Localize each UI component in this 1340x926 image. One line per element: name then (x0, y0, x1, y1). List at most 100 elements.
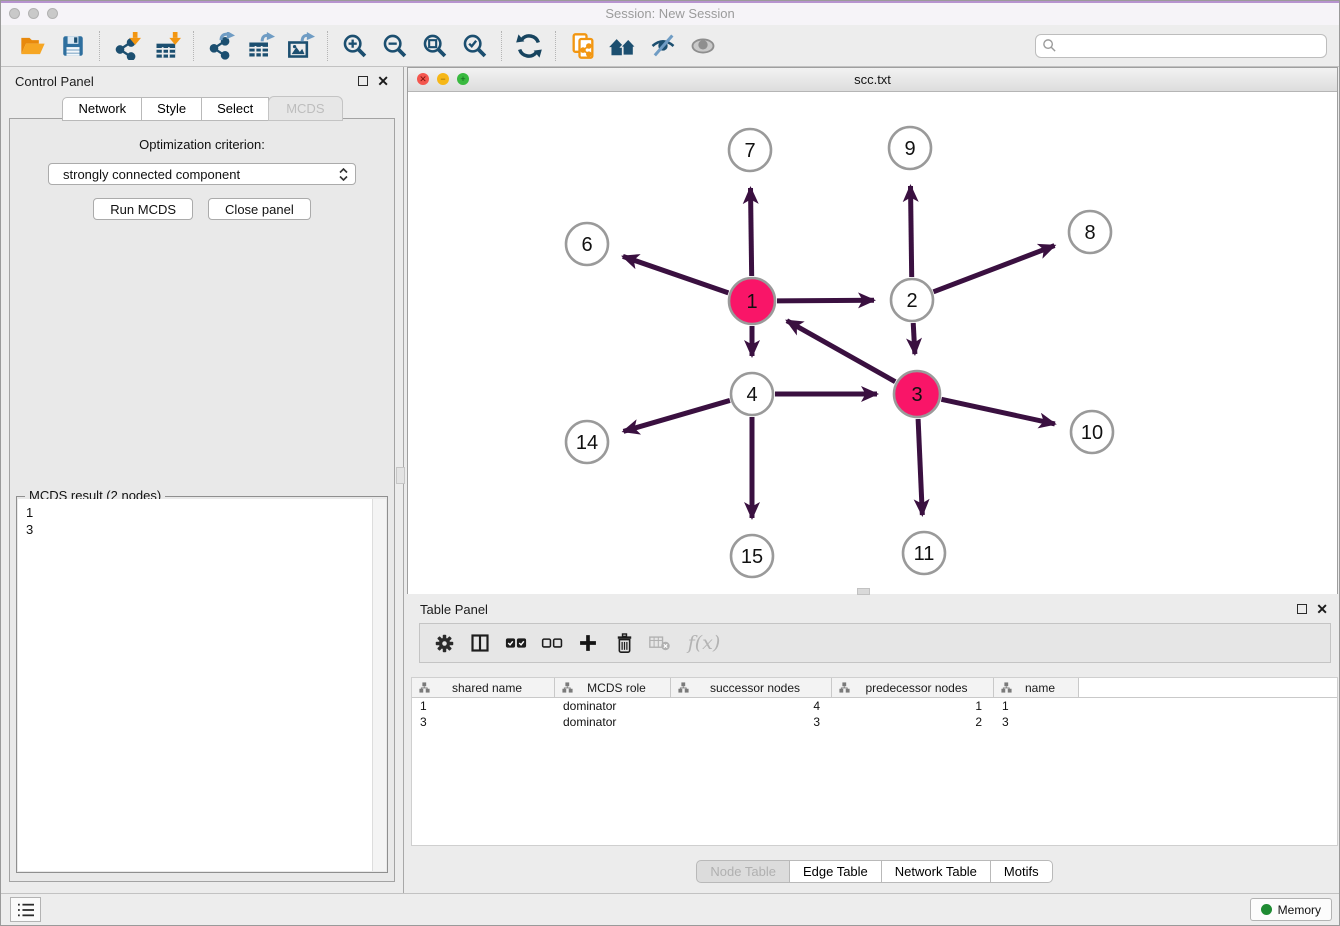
edge-2-8[interactable] (933, 246, 1054, 292)
memory-status-dot (1261, 904, 1272, 915)
search-field[interactable] (1035, 34, 1327, 58)
clone-network-icon[interactable] (563, 28, 603, 64)
graph-node-4[interactable]: 4 (731, 373, 773, 415)
edge-2-3[interactable] (913, 323, 915, 354)
zoom-out-icon[interactable] (375, 28, 415, 64)
edge-3-11[interactable] (918, 419, 922, 515)
horizontal-splitter-handle[interactable] (857, 588, 870, 595)
svg-text:7: 7 (744, 140, 755, 162)
edge-4-14[interactable] (623, 400, 729, 431)
criterion-select[interactable]: strongly connected component (48, 163, 356, 185)
network-close-icon[interactable]: ✕ (417, 73, 429, 85)
control-panel-title: Control Panel (15, 74, 94, 89)
show-all-icon[interactable] (683, 28, 723, 64)
refresh-icon[interactable] (509, 28, 549, 64)
table-cell: dominator (555, 714, 671, 730)
column-header-MCDS-role[interactable]: MCDS role (555, 678, 671, 697)
column-header-shared-name[interactable]: shared name (412, 678, 555, 697)
mcds-result-area[interactable]: 1 3 (18, 499, 386, 871)
import-table-icon[interactable] (147, 28, 187, 64)
graph-node-3[interactable]: 3 (894, 371, 940, 417)
column-type-icon (562, 682, 573, 693)
float-table-panel-icon[interactable] (1297, 604, 1307, 614)
edge-2-9[interactable] (911, 186, 912, 277)
table-cell: 2 (832, 714, 994, 730)
table-tab-edge-table[interactable]: Edge Table (789, 860, 882, 883)
table-settings-gear-icon[interactable] (430, 628, 458, 658)
task-history-button[interactable] (10, 897, 41, 922)
column-type-icon (419, 682, 430, 693)
network-window-titlebar[interactable]: ✕ − + scc.txt (408, 68, 1337, 92)
run-mcds-button[interactable]: Run MCDS (93, 198, 193, 220)
mcds-panel: Optimization criterion: strongly connect… (9, 118, 395, 882)
edge-3-10[interactable] (941, 399, 1054, 424)
select-spinner-icon (339, 168, 348, 181)
network-minimize-icon[interactable]: − (437, 73, 449, 85)
table-panel-title: Table Panel (420, 602, 488, 617)
table-panel: Table Panel ✕ (407, 596, 1340, 891)
export-image-icon[interactable] (281, 28, 321, 64)
hide-selected-icon[interactable] (643, 28, 683, 64)
open-session-icon[interactable] (13, 28, 53, 64)
close-panel-button[interactable]: Close panel (208, 198, 311, 220)
show-column-panel-icon[interactable] (466, 628, 494, 658)
edge-1-7[interactable] (751, 188, 752, 276)
control-tab-mcds[interactable]: MCDS (268, 96, 342, 121)
node-table[interactable]: shared nameMCDS rolesuccessor nodesprede… (411, 677, 1338, 846)
control-tab-network[interactable]: Network (62, 97, 142, 121)
network-graph[interactable]: 7 9 6 8 1 2 4 3 14 10 15 11 (408, 92, 1337, 594)
table-tab-motifs[interactable]: Motifs (990, 860, 1053, 883)
table-panel-tabs: Node TableEdge TableNetwork TableMotifs (407, 860, 1340, 883)
control-tab-select[interactable]: Select (201, 97, 269, 121)
graph-node-15[interactable]: 15 (731, 535, 773, 577)
float-panel-icon[interactable] (358, 76, 368, 86)
column-header-name[interactable]: name (994, 678, 1079, 697)
delete-column-trash-icon[interactable] (610, 628, 638, 658)
graph-node-8[interactable]: 8 (1069, 211, 1111, 253)
export-network-icon[interactable] (201, 28, 241, 64)
task-list-icon (17, 902, 35, 918)
svg-text:15: 15 (741, 546, 763, 568)
save-session-icon[interactable] (53, 28, 93, 64)
graph-node-2[interactable]: 2 (891, 279, 933, 321)
table-row[interactable]: 1dominator411 (412, 698, 1337, 714)
edge-1-2[interactable] (777, 300, 874, 301)
search-input[interactable] (1057, 37, 1320, 54)
graph-node-1[interactable]: 1 (729, 278, 775, 324)
network-canvas[interactable]: 7 9 6 8 1 2 4 3 14 10 15 11 (408, 92, 1337, 594)
unselect-all-columns-icon[interactable] (538, 628, 566, 658)
graph-node-14[interactable]: 14 (566, 421, 608, 463)
table-tab-network-table[interactable]: Network Table (881, 860, 991, 883)
zoom-selected-icon[interactable] (455, 28, 495, 64)
graph-node-7[interactable]: 7 (729, 129, 771, 171)
graph-node-6[interactable]: 6 (566, 223, 608, 265)
memory-button[interactable]: Memory (1250, 898, 1332, 921)
svg-text:11: 11 (914, 543, 935, 565)
graph-node-10[interactable]: 10 (1071, 411, 1113, 453)
create-column-plus-icon[interactable] (574, 628, 602, 658)
export-table-icon[interactable] (241, 28, 281, 64)
vertical-splitter-handle[interactable] (396, 467, 405, 484)
column-header-successor-nodes[interactable]: successor nodes (671, 678, 832, 697)
zoom-fit-icon[interactable] (415, 28, 455, 64)
first-neighbors-icon[interactable] (603, 28, 643, 64)
close-table-panel-icon[interactable]: ✕ (1316, 604, 1328, 614)
column-header-predecessor-nodes[interactable]: predecessor nodes (832, 678, 994, 697)
network-maximize-icon[interactable]: + (457, 73, 469, 85)
mcds-result-group: MCDS result (2 nodes) 1 3 (16, 496, 388, 873)
select-all-columns-icon[interactable] (502, 628, 530, 658)
edge-3-1[interactable] (787, 321, 895, 382)
edge-1-6[interactable] (623, 256, 728, 292)
import-network-icon[interactable] (107, 28, 147, 64)
table-row[interactable]: 3dominator323 (412, 714, 1337, 730)
table-header-row: shared nameMCDS rolesuccessor nodesprede… (412, 678, 1337, 698)
close-panel-icon[interactable]: ✕ (377, 76, 389, 86)
graph-node-11[interactable]: 11 (903, 532, 945, 574)
graph-node-9[interactable]: 9 (889, 127, 931, 169)
svg-text:1: 1 (746, 291, 757, 313)
table-tab-node-table[interactable]: Node Table (696, 860, 790, 883)
result-scrollbar[interactable] (372, 499, 386, 871)
control-tab-style[interactable]: Style (141, 97, 202, 121)
zoom-in-icon[interactable] (335, 28, 375, 64)
table-cell: 1 (994, 698, 1079, 714)
